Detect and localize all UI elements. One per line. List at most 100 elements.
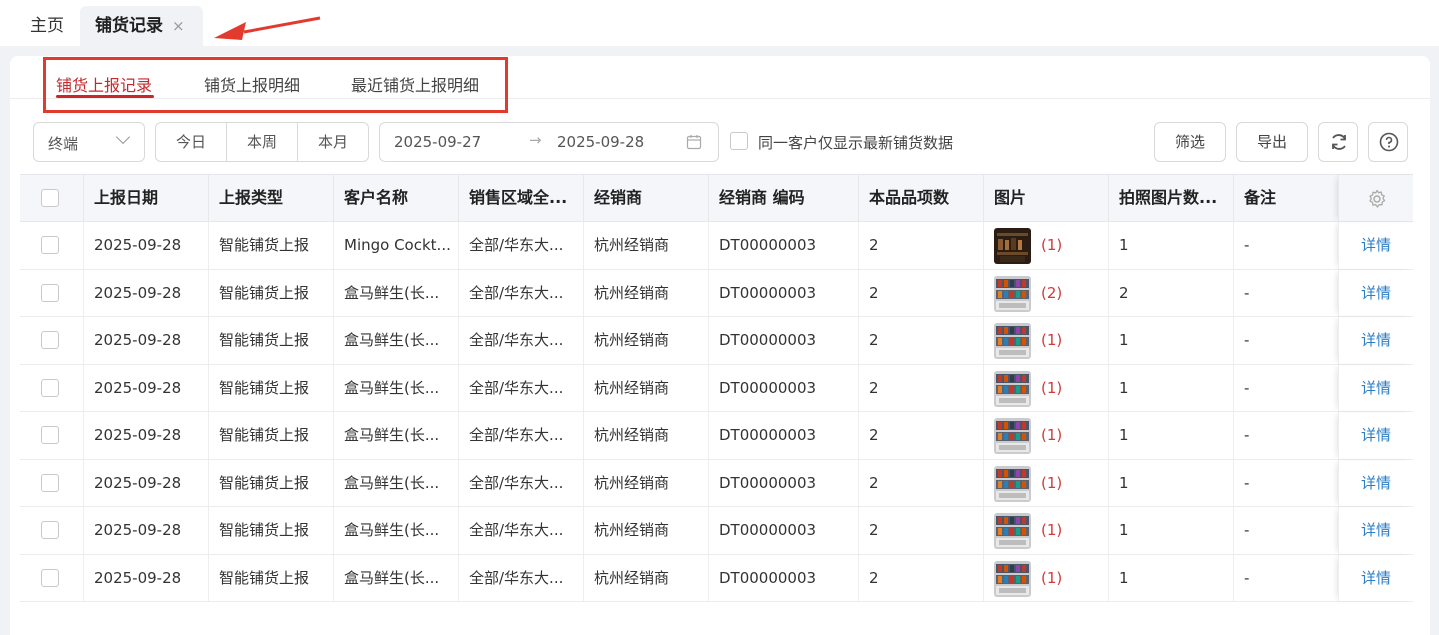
- cell-date: 2025-09-28: [83, 364, 208, 411]
- column-header[interactable]: 图片: [983, 175, 1108, 222]
- image-thumbnail[interactable]: [994, 275, 1031, 312]
- cell-customer: 盒马鲜生(长...: [333, 554, 458, 601]
- filter-button[interactable]: 筛选: [1154, 122, 1226, 162]
- cell-images: (1): [983, 222, 1108, 269]
- gear-icon[interactable]: [1367, 189, 1387, 209]
- date-start[interactable]: 2025-09-27: [394, 133, 481, 151]
- row-select-cell: [20, 317, 83, 364]
- help-button[interactable]: [1368, 122, 1408, 162]
- cell-dealer-code: DT00000003: [708, 507, 858, 554]
- image-thumbnail[interactable]: [994, 418, 1031, 454]
- detail-link[interactable]: 详情: [1361, 331, 1391, 349]
- detail-link[interactable]: 详情: [1361, 236, 1391, 254]
- range-month-button[interactable]: 本月: [298, 123, 368, 161]
- refresh-button[interactable]: [1318, 122, 1358, 162]
- range-week-button[interactable]: 本周: [227, 123, 298, 161]
- column-header[interactable]: 拍照图片数...: [1108, 175, 1233, 222]
- detail-link[interactable]: 详情: [1361, 284, 1391, 302]
- cell-photo-count: 1: [1108, 317, 1233, 364]
- cell-dealer: 杭州经销商: [583, 412, 708, 459]
- latest-only-label[interactable]: 同一客户仅显示最新铺货数据: [758, 132, 953, 153]
- cell-images: (1): [983, 412, 1108, 459]
- cell-action: 详情: [1338, 269, 1413, 316]
- detail-link[interactable]: 详情: [1361, 379, 1391, 397]
- cell-region: 全部/华东大...: [458, 412, 583, 459]
- chevron-down-icon: [115, 129, 131, 145]
- row-checkbox[interactable]: [41, 473, 59, 492]
- date-range-arrow: →: [529, 131, 542, 149]
- cell-type: 智能铺货上报: [208, 222, 333, 269]
- cell-photo-count: 1: [1108, 554, 1233, 601]
- row-checkbox[interactable]: [41, 568, 59, 587]
- arrow-annotation-icon: [214, 16, 321, 40]
- row-checkbox[interactable]: [41, 521, 59, 539]
- column-header[interactable]: 销售区域全...: [458, 175, 583, 222]
- column-header[interactable]: 经销商 编码: [708, 175, 858, 222]
- column-settings-cell: [1338, 175, 1421, 222]
- image-thumbnail[interactable]: [994, 370, 1031, 407]
- cell-remark: -: [1233, 507, 1338, 554]
- cell-customer: 盒马鲜生(长...: [333, 459, 458, 506]
- row-checkbox[interactable]: [41, 378, 59, 397]
- cell-customer: 盒马鲜生(长...: [333, 412, 458, 459]
- date-range-picker[interactable]: 2025-09-27 → 2025-09-28: [379, 122, 719, 162]
- cell-remark: -: [1233, 364, 1338, 411]
- tab-home[interactable]: 主页: [30, 6, 64, 46]
- column-header[interactable]: 上报类型: [208, 175, 333, 222]
- terminal-select[interactable]: 终端: [33, 122, 145, 162]
- cell-action: 详情: [1338, 364, 1413, 411]
- select-all-cell: [20, 175, 83, 222]
- cell-dealer: 杭州经销商: [583, 364, 708, 411]
- cell-date: 2025-09-28: [83, 222, 208, 269]
- latest-only-checkbox[interactable]: [730, 132, 748, 150]
- row-select-cell: [20, 507, 83, 554]
- cell-sku-count: 2: [858, 459, 983, 506]
- image-thumbnail[interactable]: [994, 228, 1031, 264]
- cell-customer: 盒马鲜生(长...: [333, 269, 458, 316]
- close-icon[interactable]: ×: [172, 6, 185, 46]
- cell-dealer: 杭州经销商: [583, 222, 708, 269]
- cell-photo-count: 1: [1108, 459, 1233, 506]
- row-checkbox[interactable]: [41, 236, 59, 254]
- row-checkbox[interactable]: [41, 331, 59, 349]
- cell-region: 全部/华东大...: [458, 269, 583, 316]
- table-row: 2025-09-28 智能铺货上报 Mingo Cockt... 全部/华东大... 杭…: [20, 222, 1413, 270]
- table-row: 2025-09-28 智能铺货上报 盒马鲜生(长... 全部/华东大... 杭州经销商 D…: [20, 507, 1413, 555]
- cell-dealer-code: DT00000003: [708, 412, 858, 459]
- tab-stocking-records[interactable]: 铺货记录 ×: [80, 6, 203, 46]
- detail-link[interactable]: 详情: [1361, 474, 1391, 492]
- column-header[interactable]: 备注: [1233, 175, 1338, 222]
- row-checkbox[interactable]: [41, 283, 59, 302]
- date-end[interactable]: 2025-09-28: [557, 133, 644, 151]
- cell-region: 全部/华东大...: [458, 317, 583, 364]
- image-count[interactable]: (2): [1041, 270, 1062, 317]
- table-row: 2025-09-28 智能铺货上报 盒马鲜生(长... 全部/华东大... 杭州经销商 D…: [20, 364, 1413, 412]
- cell-date: 2025-09-28: [83, 412, 208, 459]
- row-checkbox[interactable]: [41, 426, 59, 444]
- image-count[interactable]: (1): [1041, 365, 1062, 412]
- cell-remark: -: [1233, 554, 1338, 601]
- image-count[interactable]: (1): [1041, 460, 1062, 507]
- column-header[interactable]: 经销商: [583, 175, 708, 222]
- image-count[interactable]: (1): [1041, 317, 1062, 364]
- detail-link[interactable]: 详情: [1361, 521, 1391, 539]
- cell-dealer: 杭州经销商: [583, 554, 708, 601]
- image-count[interactable]: (1): [1041, 412, 1062, 459]
- image-count[interactable]: (1): [1041, 222, 1062, 269]
- range-today-button[interactable]: 今日: [156, 123, 227, 161]
- image-thumbnail[interactable]: [994, 323, 1031, 359]
- detail-link[interactable]: 详情: [1361, 569, 1391, 587]
- select-all-checkbox[interactable]: [41, 189, 59, 207]
- column-header[interactable]: 上报日期: [83, 175, 208, 222]
- image-thumbnail[interactable]: [994, 560, 1031, 597]
- image-count[interactable]: (1): [1041, 507, 1062, 554]
- column-header[interactable]: 客户名称: [333, 175, 458, 222]
- column-header[interactable]: 本品品项数: [858, 175, 983, 222]
- detail-link[interactable]: 详情: [1361, 426, 1391, 444]
- cell-photo-count: 1: [1108, 222, 1233, 269]
- image-count[interactable]: (1): [1041, 555, 1062, 602]
- image-thumbnail[interactable]: [994, 513, 1031, 549]
- cell-sku-count: 2: [858, 412, 983, 459]
- export-button[interactable]: 导出: [1236, 122, 1308, 162]
- image-thumbnail[interactable]: [994, 465, 1031, 502]
